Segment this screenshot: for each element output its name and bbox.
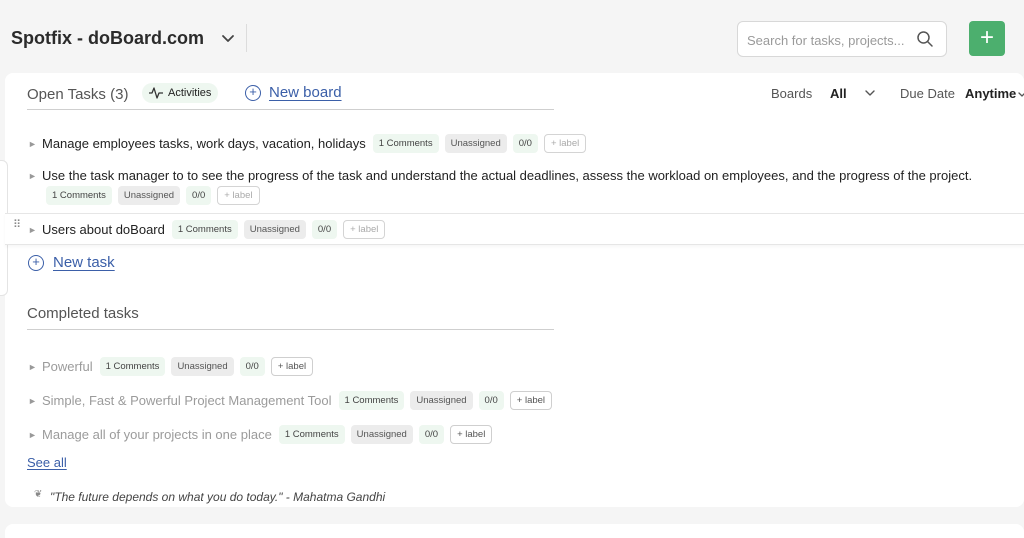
add-label-button[interactable]: + label	[450, 425, 493, 444]
search-icon[interactable]	[916, 30, 934, 48]
completed-tasks-title: Completed tasks	[27, 305, 139, 322]
drag-handle-icon[interactable]: ⠿	[13, 220, 21, 231]
comments-badge[interactable]: 1 Comments	[99, 357, 166, 376]
new-task-button[interactable]: + New task	[28, 254, 115, 271]
expand-arrow-icon[interactable]: ►	[28, 430, 42, 440]
expand-arrow-icon[interactable]: ►	[28, 171, 42, 181]
completed-task-row[interactable]: ► Powerful 1 Comments Unassigned 0/0 + l…	[28, 357, 628, 376]
add-label-button[interactable]: + label	[270, 357, 314, 376]
expand-arrow-icon[interactable]: ►	[28, 225, 42, 235]
add-label-button[interactable]: + label	[217, 186, 260, 205]
quote-icon: ❦	[34, 489, 43, 500]
expand-arrow-icon[interactable]: ►	[28, 396, 42, 406]
activity-icon	[149, 87, 163, 99]
secondary-panel	[5, 524, 1024, 538]
see-all-link[interactable]: See all	[27, 455, 67, 470]
chevron-down-icon[interactable]	[220, 30, 236, 46]
subtask-count-badge[interactable]: 0/0	[512, 134, 538, 153]
due-date-filter-value[interactable]: Anytime	[965, 86, 1016, 101]
motivational-quote: "The future depends on what you do today…	[50, 490, 386, 504]
new-board-button[interactable]: + New board	[245, 84, 342, 101]
task-title[interactable]: Users about doBoard	[42, 222, 165, 237]
completed-tasks-divider	[27, 329, 554, 330]
add-label-button[interactable]: + label	[343, 220, 386, 239]
subtask-count-badge[interactable]: 0/0	[239, 357, 265, 376]
assignee-badge[interactable]: Unassigned	[410, 391, 473, 410]
comments-badge[interactable]: 1 Comments	[338, 391, 405, 410]
assignee-badge[interactable]: Unassigned	[117, 186, 181, 205]
new-board-label[interactable]: New board	[269, 84, 342, 101]
subtask-count-badge[interactable]: 0/0	[418, 425, 445, 444]
add-button[interactable]: +	[969, 21, 1005, 56]
search-input[interactable]	[747, 30, 913, 50]
task-title[interactable]: Manage employees tasks, work days, vacat…	[42, 136, 366, 151]
task-title[interactable]: Manage all of your projects in one place	[42, 427, 272, 442]
header: Spotfix - doBoard.com +	[0, 0, 1024, 74]
task-tags-row: 1 Comments Unassigned 0/0 + label	[46, 186, 266, 205]
search-box[interactable]	[737, 21, 947, 57]
header-divider	[246, 24, 247, 52]
subtask-count-badge[interactable]: 0/0	[311, 220, 338, 239]
comments-badge[interactable]: 1 Comments	[278, 425, 345, 444]
open-tasks-divider	[27, 109, 554, 110]
task-title[interactable]: Simple, Fast & Powerful Project Manageme…	[42, 393, 332, 408]
boards-filter-value[interactable]: All	[830, 86, 847, 101]
comments-badge[interactable]: 1 Comments	[171, 220, 238, 239]
add-label-button[interactable]: + label	[543, 134, 587, 153]
completed-task-row[interactable]: ► Simple, Fast & Powerful Project Manage…	[28, 391, 628, 410]
assignee-badge[interactable]: Unassigned	[243, 220, 306, 239]
add-label-button[interactable]: + label	[509, 391, 553, 410]
task-title[interactable]: Powerful	[42, 359, 93, 374]
chevron-down-icon[interactable]	[1018, 90, 1024, 98]
comments-badge[interactable]: 1 Comments	[372, 134, 439, 153]
completed-task-row[interactable]: ► Manage all of your projects in one pla…	[28, 425, 628, 444]
expand-arrow-icon[interactable]: ►	[28, 362, 42, 372]
boards-filter-label: Boards	[771, 86, 813, 101]
due-date-filter-label: Due Date	[900, 86, 955, 101]
activities-button[interactable]: Activities	[142, 83, 219, 103]
activities-label: Activities	[168, 87, 212, 99]
plus-circle-icon: +	[245, 84, 261, 101]
assignee-badge[interactable]: Unassigned	[171, 357, 234, 376]
open-tasks-title: Open Tasks (3)	[27, 86, 129, 103]
assignee-badge[interactable]: Unassigned	[350, 425, 413, 444]
new-task-label[interactable]: New task	[53, 254, 115, 271]
task-title[interactable]: Use the task manager to to see the progr…	[42, 168, 1004, 183]
plus-circle-icon: +	[28, 254, 44, 271]
chevron-down-icon[interactable]	[864, 87, 876, 99]
task-row[interactable]: ► Manage employees tasks, work days, vac…	[28, 134, 628, 153]
task-row[interactable]: ► Users about doBoard 1 Comments Unassig…	[28, 220, 628, 239]
subtask-count-badge[interactable]: 0/0	[478, 391, 504, 410]
expand-arrow-icon[interactable]: ►	[28, 139, 42, 149]
project-title[interactable]: Spotfix - doBoard.com	[11, 28, 204, 49]
comments-badge[interactable]: 1 Comments	[46, 186, 112, 205]
task-row[interactable]: ► Use the task manager to to see the pro…	[28, 168, 1018, 183]
subtask-count-badge[interactable]: 0/0	[186, 186, 212, 205]
assignee-badge[interactable]: Unassigned	[444, 134, 507, 153]
